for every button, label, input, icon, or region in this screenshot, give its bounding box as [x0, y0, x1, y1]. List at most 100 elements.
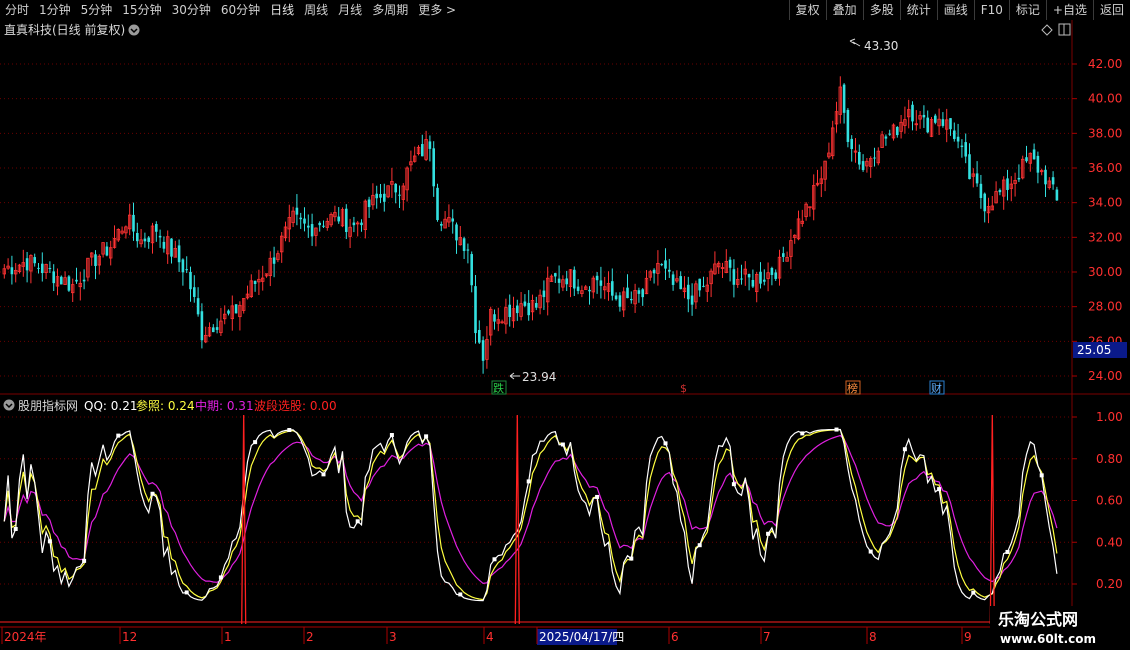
candle-body-down [618, 295, 622, 307]
candle-body-down [158, 235, 162, 238]
qq-marker [834, 427, 839, 432]
period-tab-7[interactable]: 周线 [299, 0, 333, 20]
qq-marker [697, 543, 702, 548]
candle-body-down [595, 275, 599, 281]
candle-body-down [941, 119, 945, 126]
candle-body-down [782, 253, 785, 257]
candle-body-down [850, 138, 853, 150]
candle-body-down [337, 216, 340, 222]
candle-body-down [770, 267, 774, 275]
candle-body-down [345, 208, 348, 232]
period-tab-6[interactable]: 日线 [265, 0, 299, 20]
period-tab-2[interactable]: 5分钟 [76, 0, 118, 20]
candle-body-down [611, 281, 614, 296]
qq-marker [287, 428, 292, 433]
indicator-dropdown-icon[interactable] [3, 399, 15, 411]
mid-line [3, 434, 1058, 585]
candle-body-down [132, 214, 135, 232]
candle-body-down [535, 303, 538, 308]
candle-body-down [516, 305, 519, 314]
qq-marker [253, 440, 258, 445]
qq-marker [492, 557, 497, 562]
candle-body-down [25, 258, 29, 271]
time-tick-label: 2 [306, 630, 314, 644]
candle-body-down [470, 254, 473, 286]
toolbar-button-2[interactable]: 多股 [862, 0, 900, 20]
candle-body-down [873, 157, 876, 159]
time-tick-label: 12 [122, 630, 137, 644]
candle-body-down [234, 304, 238, 314]
candle-body-down [1055, 189, 1059, 201]
candle-body-down [679, 276, 682, 290]
period-tab-9[interactable]: 多周期 [367, 0, 413, 20]
period-tab-3[interactable]: 15分钟 [117, 0, 166, 20]
candle-body-down [626, 287, 629, 299]
candle-body-down [436, 187, 439, 221]
candle-body-down [956, 136, 960, 142]
toolbar-button-0[interactable]: 复权 [788, 0, 826, 20]
candle-body-down [599, 280, 603, 286]
candle-body-down [1006, 178, 1009, 190]
period-tab-1[interactable]: 1分钟 [34, 0, 76, 20]
time-tick-label: 4 [486, 630, 494, 644]
toolbar-button-4[interactable]: 画线 [936, 0, 974, 20]
indicator-name: 股朋指标网 [18, 398, 78, 413]
qq-marker [389, 433, 394, 438]
candle-body-down [687, 284, 690, 300]
candle-body-down [215, 327, 219, 330]
candle-body-down [565, 278, 568, 285]
candle-body-down [728, 259, 732, 268]
price-tick-label: 28.00 [1088, 300, 1122, 314]
candle-body-down [375, 193, 378, 199]
candle-body-down [975, 173, 979, 184]
candle-body-down [637, 290, 641, 294]
price-tick-label: 38.00 [1088, 126, 1122, 140]
candle-body-down [60, 276, 63, 285]
period-tab-0[interactable]: 分时 [0, 0, 34, 20]
candle-body-down [481, 340, 485, 361]
period-tab-8[interactable]: 月线 [333, 0, 367, 20]
candle-body-down [1032, 149, 1036, 160]
toolbar-button-3[interactable]: 统计 [899, 0, 937, 20]
wave-signal-spike [514, 414, 520, 625]
candle-body-down [428, 141, 432, 149]
candle-body-down [307, 225, 310, 228]
qq-marker [766, 531, 771, 536]
toolbar-button-8[interactable]: 返回 [1092, 0, 1130, 20]
candle-body-down [200, 311, 204, 341]
period-tab-4[interactable]: 30分钟 [167, 0, 216, 20]
chart-area: 42.00 40.00 38.00 36.00 34.00 32.00 30.00 28.00… [0, 20, 1130, 650]
toolbar-button-1[interactable]: 叠加 [825, 0, 863, 20]
candle-body-down [576, 286, 580, 291]
candle-body-down [181, 259, 185, 273]
event-tag-dollar-text[interactable]: $ [680, 382, 687, 395]
period-tab-10[interactable]: 更多 > [413, 0, 461, 20]
toolbar-button-7[interactable]: +自选 [1045, 0, 1093, 20]
candle-body-down [964, 142, 967, 157]
qq-marker [218, 575, 223, 580]
event-tag-rank-text: 榜 [847, 381, 858, 395]
price-tick-label: 32.00 [1088, 230, 1122, 244]
candle-body-down [143, 238, 147, 242]
candle-body-down [763, 279, 766, 282]
period-tab-5[interactable]: 60分钟 [216, 0, 265, 20]
toolbar-button-6[interactable]: 标记 [1008, 0, 1046, 20]
title-dropdown-icon[interactable] [128, 24, 140, 36]
candle-body-down [979, 183, 983, 198]
qq-marker [800, 431, 805, 436]
candle-body-down [1036, 155, 1040, 173]
candle-body-down [630, 298, 633, 301]
candle-body-down [451, 218, 454, 222]
main-panel-title: 直真科技(日线 前复权) [4, 22, 125, 37]
time-tick-label: 2025/04/17/四 [539, 630, 624, 644]
candle-body-down [588, 289, 591, 292]
candle-body-down [272, 257, 276, 264]
time-tick-label: 8 [869, 630, 877, 644]
candle-body-down [37, 267, 40, 269]
toolbar-button-5[interactable]: F10 [973, 0, 1009, 20]
qq-marker [116, 433, 121, 438]
price-tick-label: 36.00 [1088, 161, 1122, 175]
indicator-series [0, 414, 1072, 625]
candle-body-down [842, 84, 846, 113]
candle-body-down [478, 329, 481, 343]
